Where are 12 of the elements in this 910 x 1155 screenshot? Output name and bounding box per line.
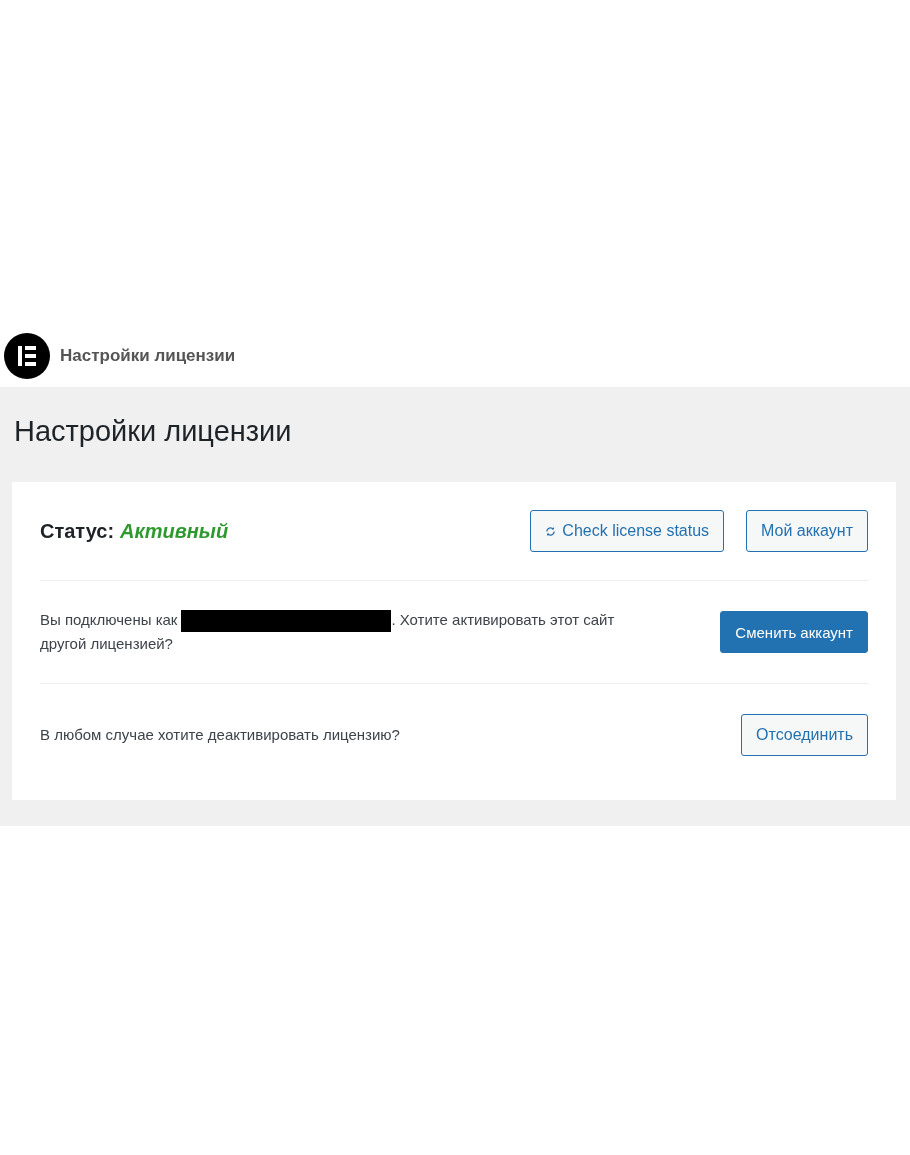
header-title: Настройки лицензии	[60, 346, 236, 366]
message-text: Вы подключены как . Хотите активировать этот сайт другой лицензией?	[40, 609, 616, 654]
change-account-button[interactable]: Сменить аккаунт	[720, 611, 868, 653]
disconnect-button[interactable]: Отсоединить	[741, 714, 868, 756]
logo-icon	[4, 333, 50, 379]
page-heading: Настройки лицензии	[14, 415, 293, 448]
status-value: Активный	[120, 519, 229, 543]
check-status-button[interactable]: Check license status	[530, 510, 725, 552]
account-button[interactable]: Мой аккаунт	[746, 510, 868, 552]
refresh-icon	[545, 525, 557, 537]
message-text: В любом случае хотите деактивировать лицензию?	[40, 725, 401, 745]
status-label: Статус:	[40, 519, 115, 543]
